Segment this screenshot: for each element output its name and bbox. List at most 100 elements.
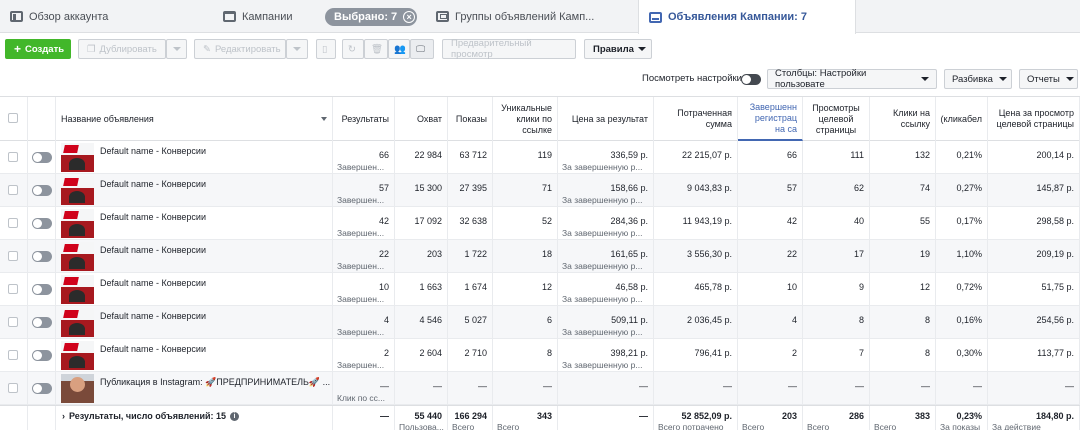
ad-name-link[interactable]: Default name - Конверсии — [100, 278, 206, 288]
ad-status-toggle[interactable] — [32, 350, 52, 361]
header-link-clicks[interactable]: Клики на ссылку — [870, 97, 936, 141]
columns-dropdown[interactable]: Столбцы: Настройки пользовате — [767, 68, 937, 90]
footer-summary-cell[interactable]: › Результаты, число объявлений: 15 i — [56, 406, 333, 430]
delete-button[interactable]: 🗑 — [364, 39, 388, 59]
header-registrations[interactable]: Завершенн регистрац на са — [738, 97, 803, 141]
reports-dropdown[interactable]: Отчеты — [1019, 69, 1078, 89]
ad-thumbnail[interactable] — [61, 209, 94, 238]
header-results[interactable]: Результаты — [333, 97, 395, 141]
info-icon[interactable]: i — [230, 411, 240, 421]
table-row[interactable]: Default name - Конверсии 66 Завершен... 22 … — [0, 141, 1080, 174]
ad-thumbnail[interactable] — [61, 374, 94, 403]
select-all-checkbox[interactable] — [8, 113, 18, 123]
ad-name-link[interactable]: Default name - Конверсии — [100, 179, 206, 189]
column-header: Охват — [416, 113, 442, 124]
ad-name-link[interactable]: Default name - Конверсии — [100, 311, 206, 321]
cell-reg: 4 — [738, 306, 803, 339]
row-checkbox[interactable] — [8, 251, 18, 261]
ad-name-link[interactable]: Default name - Конверсии — [100, 212, 206, 222]
ad-status-toggle[interactable] — [32, 251, 52, 262]
tab-account-overview[interactable]: Обзор аккаунта — [0, 0, 205, 33]
ad-thumbnail[interactable] — [61, 341, 94, 370]
cell-subtext: За завершенную р... — [562, 195, 643, 205]
header-unique-clicks[interactable]: Уникальные клики по ссылке — [493, 97, 558, 141]
ad-name-link[interactable]: Публикация в Instagram: 🚀ПРЕДПРИНИМАТЕЛЬ… — [100, 377, 330, 388]
table-row[interactable]: Default name - Конверсии 42 Завершен... 17 … — [0, 207, 1080, 240]
edit-dropdown-button[interactable] — [286, 39, 308, 59]
cell-lpv: 40 — [803, 207, 870, 240]
ad-name-link[interactable]: Default name - Конверсии — [100, 344, 206, 354]
cell-cpr: 161,65 р. За завершенную р... — [558, 240, 654, 273]
header-select-all[interactable] — [0, 97, 28, 141]
ad-status-toggle[interactable] — [32, 152, 52, 163]
create-button[interactable]: + Создать — [5, 39, 71, 59]
table-row[interactable]: Default name - Конверсии 22 Завершен... 203… — [0, 240, 1080, 273]
tab-ads[interactable]: Объявления Кампании: 7 — [638, 0, 856, 34]
navigation-tabs: Обзор аккаунта Кампании Выбрано: 7 × Гру… — [0, 0, 1080, 34]
footer-sub: Всего потрачено — [658, 422, 724, 430]
results-summary[interactable]: › Результаты, число объявлений: 15 i — [62, 411, 240, 421]
row-checkbox[interactable] — [8, 185, 18, 195]
table-row[interactable]: Публикация в Instagram: 🚀ПРЕДПРИНИМАТЕЛЬ… — [0, 372, 1080, 405]
footer-sub: Всего — [452, 422, 475, 430]
header-landing-page-views[interactable]: Просмотры целевой страницы — [803, 97, 870, 141]
header-ad-name[interactable]: Название объявления — [56, 97, 333, 141]
ad-status-toggle[interactable] — [32, 218, 52, 229]
footer-ctr: 0,23% За показы — [936, 406, 988, 430]
duplicate-dropdown-button[interactable] — [166, 39, 187, 59]
ad-status-toggle[interactable] — [32, 185, 52, 196]
cell-value: 6 — [546, 315, 552, 325]
header-ctr[interactable]: (кликабел — [936, 97, 988, 141]
chevron-down-icon[interactable] — [321, 117, 327, 121]
table-row[interactable]: Default name - Конверсии 4 Завершен... 4 54… — [0, 306, 1080, 339]
rules-dropdown[interactable]: Правила — [584, 39, 652, 59]
chevron-right-icon[interactable]: › — [62, 411, 65, 421]
ad-name-link[interactable]: Default name - Конверсии — [100, 146, 206, 156]
row-checkbox[interactable] — [8, 350, 18, 360]
ad-thumbnail[interactable] — [61, 176, 94, 205]
tab-ad-sets[interactable]: Группы объявлений Камп... — [426, 0, 631, 33]
ad-thumbnail[interactable] — [61, 275, 94, 304]
cell-value: — — [973, 381, 982, 391]
ad-status-toggle[interactable] — [32, 284, 52, 295]
clipboard-button[interactable]: ▯ — [316, 39, 336, 59]
header-amount-spent[interactable]: Потраченная сумма — [654, 97, 738, 141]
row-checkbox[interactable] — [8, 383, 18, 393]
table-row[interactable]: Default name - Конверсии 2 Завершен... 2 60… — [0, 339, 1080, 372]
preview-button[interactable]: Предварительный просмотр — [442, 38, 576, 60]
footer-impressions: 166 294 Всего — [448, 406, 493, 430]
ad-name-link[interactable]: Default name - Конверсии — [100, 245, 206, 255]
chevron-down-icon — [998, 77, 1007, 81]
ad-status-toggle[interactable] — [32, 317, 52, 328]
row-checkbox[interactable] — [8, 218, 18, 228]
duplicate-button[interactable]: ❐ Дублировать — [78, 39, 166, 59]
cell-value: 42 — [786, 216, 797, 226]
header-cost-per-lpv[interactable]: Цена за просмотр целевой страницы — [988, 97, 1080, 141]
header-impressions[interactable]: Показы — [448, 97, 493, 141]
audience-button[interactable]: 👥 — [388, 39, 410, 59]
ad-thumbnail[interactable] — [61, 143, 94, 172]
cell-reg: 57 — [738, 174, 803, 207]
header-cost-per-result[interactable]: Цена за результат — [558, 97, 654, 141]
refresh-button[interactable]: ↻ — [342, 39, 364, 59]
header-reach[interactable]: Охват — [395, 97, 448, 141]
cell-value: — — [1065, 381, 1074, 391]
cell-value: 8 — [924, 348, 930, 358]
cell-lpv: 9 — [803, 273, 870, 306]
row-checkbox[interactable] — [8, 152, 18, 162]
close-icon[interactable]: × — [403, 11, 416, 23]
ad-thumbnail[interactable] — [61, 308, 94, 337]
table-row[interactable]: Default name - Конверсии 57 Завершен... 15 … — [0, 174, 1080, 207]
row-checkbox[interactable] — [8, 317, 18, 327]
table-row[interactable]: Default name - Конверсии 10 Завершен... 1 6… — [0, 273, 1080, 306]
preview-icon-button[interactable]: 🖵 — [410, 39, 434, 59]
ad-thumbnail[interactable] — [61, 242, 94, 271]
selected-count-pill[interactable]: Выбрано: 7 × — [325, 8, 417, 26]
ads-table: Название объявления Результаты Охват Пок… — [0, 96, 1080, 430]
edit-button[interactable]: ✎ Редактировать — [194, 39, 286, 59]
breakdown-dropdown[interactable]: Разбивка — [944, 69, 1012, 89]
cell-reg: 22 — [738, 240, 803, 273]
view-settings-toggle[interactable] — [741, 74, 761, 85]
row-checkbox[interactable] — [8, 284, 18, 294]
ad-status-toggle[interactable] — [32, 383, 52, 394]
